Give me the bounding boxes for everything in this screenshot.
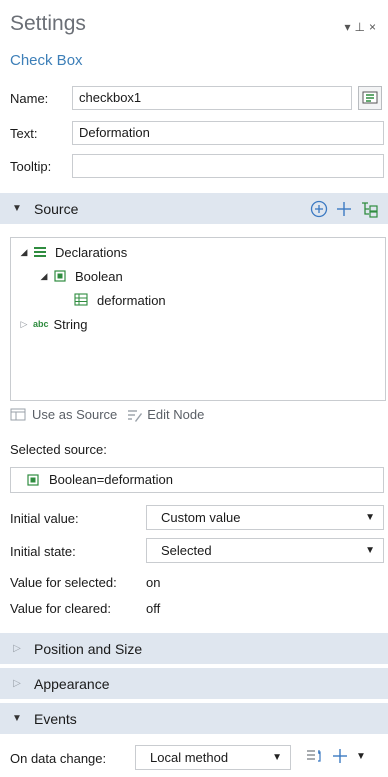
section-events[interactable]: ▼ Events xyxy=(0,703,388,734)
edit-node-button[interactable]: Edit Node xyxy=(127,407,204,422)
section-position-size[interactable]: ▷ Position and Size xyxy=(0,633,388,664)
value-cleared-label: Value for cleared: xyxy=(10,601,111,616)
chevron-down-icon: ▼ xyxy=(12,203,22,214)
chevron-right-icon: ▷ xyxy=(13,678,21,689)
initial-state-label: Initial state: xyxy=(10,544,76,559)
dropdown-arrow-icon[interactable]: ▾ xyxy=(345,20,355,34)
add-icon[interactable] xyxy=(332,748,348,764)
use-as-source-icon xyxy=(10,408,26,420)
selected-source-value: Boolean=deformation xyxy=(49,472,173,487)
list-icon xyxy=(31,244,49,260)
on-data-change-select[interactable]: Local method ▼ xyxy=(135,745,291,770)
edit-node-label: Edit Node xyxy=(147,407,205,422)
window-controls[interactable]: ▾⊥× xyxy=(345,20,381,34)
selected-source-field: Boolean=deformation xyxy=(10,467,384,493)
section-appearance[interactable]: ▷ Appearance xyxy=(0,668,388,699)
initial-value-select[interactable]: Custom value ▼ xyxy=(146,505,384,530)
tree-item-boolean[interactable]: ◢ Boolean xyxy=(11,264,385,288)
source-tree[interactable]: ◢ Declarations ◢ Boolean deformation ▷ a… xyxy=(10,237,386,401)
add-circle-icon[interactable] xyxy=(310,200,328,218)
tree-node-icon[interactable] xyxy=(360,200,380,218)
section-source-label: Source xyxy=(34,200,79,217)
edit-text-icon xyxy=(362,91,378,104)
name-label: Name: xyxy=(10,91,49,106)
chevron-down-icon: ▼ xyxy=(12,713,22,724)
expand-arrow-icon[interactable]: ◢ xyxy=(37,271,51,282)
expand-arrow-icon[interactable]: ◢ xyxy=(17,247,31,258)
panel-subtitle: Check Box xyxy=(10,52,83,69)
checkbox-icon xyxy=(51,268,69,284)
initial-value-selected: Custom value xyxy=(161,510,241,525)
dropdown-arrow-icon: ▼ xyxy=(365,512,375,523)
selected-source-label: Selected source: xyxy=(10,442,107,457)
tree-item-string[interactable]: ▷ abc String xyxy=(11,312,385,336)
panel-title: Settings xyxy=(10,12,86,35)
value-selected-label: Value for selected: xyxy=(10,575,117,590)
edit-node-icon xyxy=(128,409,143,422)
initial-state-selected: Selected xyxy=(161,543,212,558)
string-type-icon: abc xyxy=(33,319,49,329)
section-source[interactable]: ▼ Source xyxy=(0,193,388,224)
dropdown-arrow-icon[interactable]: ▼ xyxy=(356,751,366,762)
collapsed-arrow-icon[interactable]: ▷ xyxy=(17,319,31,330)
edit-name-button[interactable] xyxy=(358,86,382,110)
text-label: Text: xyxy=(10,126,38,141)
add-icon[interactable] xyxy=(336,201,352,217)
initial-value-label: Initial value: xyxy=(10,511,79,526)
section-appearance-label: Appearance xyxy=(34,675,110,692)
checkbox-icon xyxy=(27,474,39,486)
tree-label: Declarations xyxy=(55,244,128,260)
tooltip-label: Tooltip: xyxy=(10,159,52,174)
variable-table-icon xyxy=(73,292,91,308)
section-position-size-label: Position and Size xyxy=(34,640,143,657)
tree-item-deformation[interactable]: deformation xyxy=(11,288,385,312)
edit-method-icon[interactable] xyxy=(306,748,324,764)
value-selected-value: on xyxy=(146,575,161,590)
tree-item-declarations[interactable]: ◢ Declarations xyxy=(11,240,385,264)
tooltip-input[interactable] xyxy=(72,154,384,178)
close-icon[interactable]: × xyxy=(369,20,380,34)
events-toolbar: ▼ xyxy=(306,748,366,764)
initial-state-select[interactable]: Selected ▼ xyxy=(146,538,384,563)
value-cleared-value: off xyxy=(146,601,161,616)
tree-label: String xyxy=(53,316,88,332)
use-as-source-label: Use as Source xyxy=(32,407,118,422)
on-data-change-label: On data change: xyxy=(10,751,107,766)
text-input[interactable]: Deformation xyxy=(72,121,384,145)
tree-label: deformation xyxy=(97,292,166,308)
chevron-right-icon: ▷ xyxy=(13,643,21,654)
name-input[interactable]: checkbox1 xyxy=(72,86,352,110)
dropdown-arrow-icon: ▼ xyxy=(365,545,375,556)
pin-icon[interactable]: ⊥ xyxy=(355,20,369,34)
section-events-label: Events xyxy=(34,710,77,727)
use-as-source-button[interactable]: Use as Source xyxy=(10,407,117,422)
dropdown-arrow-icon: ▼ xyxy=(272,752,282,763)
on-data-change-selected: Local method xyxy=(150,750,229,765)
source-toolbar: Use as Source Edit Node xyxy=(10,407,214,422)
tree-label: Boolean xyxy=(75,268,123,284)
